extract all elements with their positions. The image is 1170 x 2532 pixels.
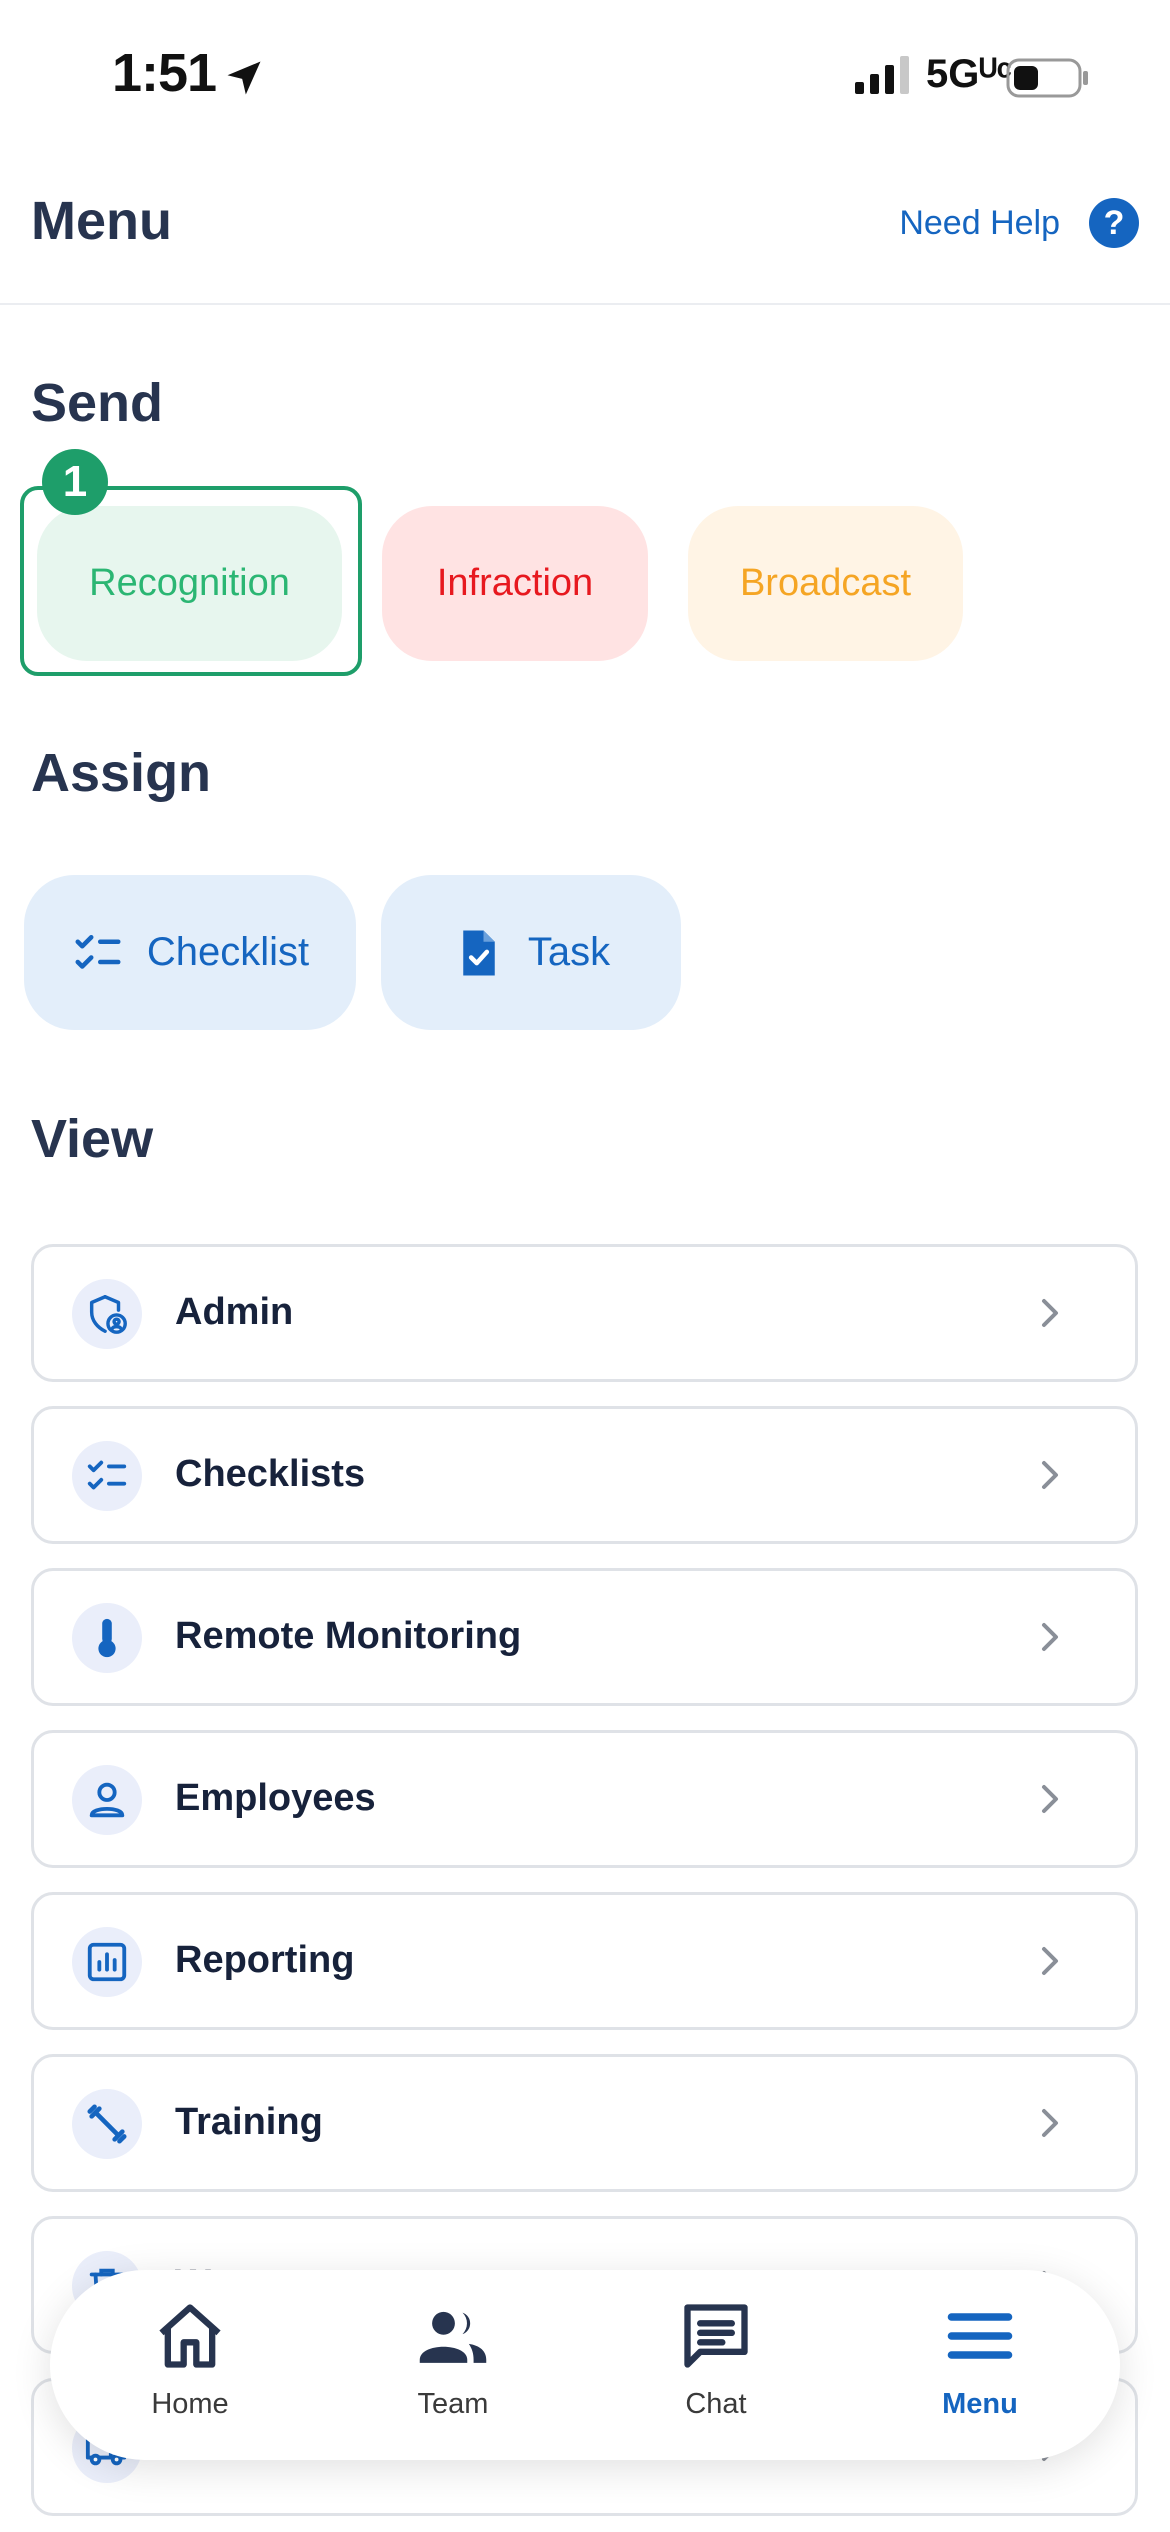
tab-team[interactable]: Team (363, 2298, 543, 2448)
menu-item-label: Training (175, 2101, 323, 2143)
battery-icon (1006, 58, 1088, 98)
send-section-title: Send (31, 373, 164, 433)
report-chart-icon (72, 1927, 142, 1997)
header: Menu Need Help ? (0, 150, 1170, 305)
chevron-right-icon (1042, 1461, 1058, 1489)
menu-item-label: Checklists (175, 1453, 366, 1495)
view-section-title: View (31, 1109, 154, 1169)
chevron-right-icon (1042, 1623, 1058, 1651)
admin-shield-icon (72, 1279, 142, 1349)
task-document-icon (463, 930, 495, 975)
assign-task-button[interactable]: Task (381, 875, 681, 1030)
location-arrow-icon (227, 61, 261, 95)
menu-icon (947, 2313, 1013, 2359)
thermometer-icon (72, 1603, 142, 1673)
menu-item-label: Employees (175, 1777, 376, 1819)
assign-checklist-button[interactable]: Checklist (24, 875, 356, 1030)
menu-item-label: Reporting (175, 1939, 355, 1981)
infraction-button[interactable]: Infraction (382, 506, 648, 661)
bottom-tab-bar: Home Team Chat Menu (50, 2270, 1120, 2460)
dumbbell-icon (72, 2089, 142, 2159)
chevron-right-icon (1042, 1947, 1058, 1975)
status-time: 1:51 (112, 43, 217, 103)
menu-item-training[interactable]: Training (31, 2054, 1138, 2192)
chevron-right-icon (1042, 1299, 1058, 1327)
menu-item-employees[interactable]: Employees (31, 1730, 1138, 1868)
tab-menu[interactable]: Menu (890, 2298, 1070, 2448)
assign-section-title: Assign (31, 743, 212, 803)
page-title: Menu (31, 191, 172, 251)
chevron-right-icon (1042, 1785, 1058, 1813)
team-icon (419, 2311, 487, 2363)
menu-item-label: Admin (175, 1291, 294, 1333)
broadcast-button[interactable]: Broadcast (688, 506, 963, 661)
status-bar: 1:51 5Gᵁᶜ (0, 0, 1170, 150)
assign-task-label: Task (527, 930, 611, 974)
tab-home-label: Home (151, 2388, 229, 2420)
tab-home[interactable]: Home (100, 2298, 280, 2448)
menu-item-remote-monitoring[interactable]: Remote Monitoring (31, 1568, 1138, 1706)
person-icon (72, 1765, 142, 1835)
chat-icon (684, 2304, 748, 2368)
highlight-badge: 1 (42, 449, 108, 515)
network-type: 5Gᵁᶜ (926, 52, 1012, 96)
menu-item-label: Remote Monitoring (175, 1615, 522, 1657)
help-question-icon[interactable]: ? (1089, 198, 1139, 248)
checklist-icon (75, 934, 121, 969)
tab-chat-label: Chat (685, 2388, 747, 2420)
checklist-icon (72, 1441, 142, 1511)
menu-item-checklists[interactable]: Checklists (31, 1406, 1138, 1544)
home-icon (159, 2304, 221, 2368)
need-help-link[interactable]: Need Help (899, 204, 1060, 243)
tab-chat[interactable]: Chat (626, 2298, 806, 2448)
tab-team-label: Team (417, 2388, 489, 2420)
assign-checklist-label: Checklist (146, 930, 310, 974)
menu-item-admin[interactable]: Admin (31, 1244, 1138, 1382)
cellular-signal-icon (855, 56, 909, 94)
menu-item-reporting[interactable]: Reporting (31, 1892, 1138, 2030)
tab-menu-label: Menu (942, 2388, 1018, 2420)
chevron-right-icon (1042, 2109, 1058, 2137)
